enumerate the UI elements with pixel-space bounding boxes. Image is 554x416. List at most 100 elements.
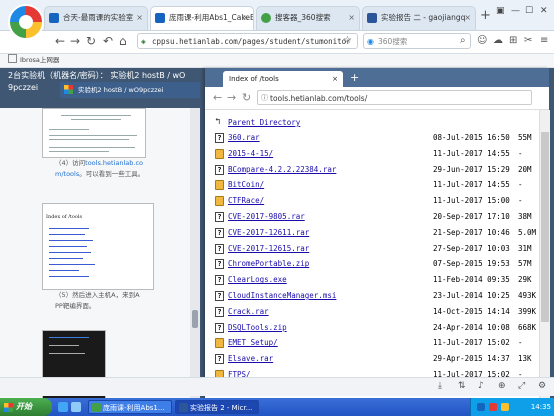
file-icon: ?	[215, 164, 224, 175]
ie-icon[interactable]	[58, 402, 68, 412]
parent-directory-link[interactable]: Parent Directory	[228, 117, 300, 129]
address-bar[interactable]: ◈ cppsu.hetianlab.com/pages/student/stum…	[137, 33, 358, 49]
back-button[interactable]: ←	[55, 34, 65, 48]
forward-button[interactable]: →	[227, 91, 236, 104]
taskbar-task-browser[interactable]: 庞雨课-利用Abs1...	[88, 400, 172, 414]
360-browser-logo[interactable]	[8, 4, 44, 40]
entry-link[interactable]: CVE-2017-12611.rar	[228, 227, 309, 239]
scissors-icon[interactable]: ✂	[524, 35, 532, 46]
entry-size: 31M	[518, 243, 532, 253]
back-button[interactable]: ←	[213, 91, 222, 104]
new-tab-button[interactable]: +	[480, 8, 491, 23]
list-item: 2015-4-15/11-Jul-2017 14:55-	[205, 148, 539, 160]
entry-date: 08-Jul-2015 16:50	[433, 133, 510, 142]
bookmark-star-icon[interactable]: ☆	[343, 35, 352, 46]
left-panel-scrollbar[interactable]	[190, 108, 200, 398]
close-icon[interactable]: ×	[242, 7, 249, 29]
tab-360-search[interactable]: 搜客器_360搜索 ×	[256, 6, 360, 30]
tools-link[interactable]: tools.hetianlab.co	[85, 159, 143, 167]
remote-new-tab-button[interactable]: +	[350, 71, 359, 84]
browser-icon	[92, 403, 101, 412]
list-item: ? CVE-2017-9805.rar 20-Sep-2017 17:10 38M	[205, 211, 539, 223]
tab-lab-report[interactable]: 实验报告 二 - gaojiangq ×	[362, 6, 476, 30]
windows-logo-icon	[64, 85, 73, 94]
extensions-icon[interactable]: ⊞	[509, 35, 517, 46]
list-item: ? CVE-2017-12611.rar 21-Sep-2017 10:46 5.0M	[205, 227, 539, 239]
zoom-icon[interactable]: ⊕	[498, 381, 506, 391]
entry-size: 29K	[518, 275, 532, 285]
tab-lesson[interactable]: 庞雨课-利用Abs1_CakeBi ×	[150, 6, 254, 30]
taskbar-task-report[interactable]: 实验报告 2 - Micr...	[175, 400, 259, 414]
entry-size: 5.0M	[518, 227, 537, 237]
forward-button[interactable]: →	[70, 34, 80, 48]
scrollbar-thumb[interactable]	[192, 310, 198, 328]
entry-link[interactable]: CTFRace/	[228, 195, 264, 207]
thumbnail-title: Index of /tools	[46, 214, 83, 220]
entry-link[interactable]: Elsave.rar	[228, 353, 273, 365]
entry-link[interactable]: CVE-2017-12615.rar	[228, 243, 309, 255]
start-button[interactable]: 开始	[0, 398, 52, 416]
tools-link-cont[interactable]: m/tools	[55, 170, 79, 178]
entry-link[interactable]: ChromePortable.zip	[228, 258, 309, 270]
scrollbar-thumb[interactable]	[541, 132, 549, 322]
download-icon[interactable]: ⤓	[438, 381, 442, 391]
vnc-title-bar[interactable]: 实验机2 hostB / wO9pczzei	[60, 82, 200, 98]
bookmark-bar: Ibrosa上网器	[0, 54, 554, 68]
close-icon[interactable]: ×	[332, 71, 338, 87]
search-input[interactable]: ◉ 360搜索	[363, 33, 471, 49]
user-icon[interactable]: ☺	[477, 35, 487, 46]
cloud-icon[interactable]: ☁	[493, 35, 503, 46]
minimize-button[interactable]: —	[511, 6, 520, 16]
remote-address-bar[interactable]: ⓘ tools.hetianlab.com/tools/	[257, 90, 532, 105]
remote-scrollbar[interactable]	[539, 110, 550, 398]
remote-address-text: tools.hetianlab.com/tools/	[270, 94, 368, 103]
entry-link[interactable]: BitCoin/	[228, 179, 264, 191]
close-window-button[interactable]: ✕	[540, 6, 548, 16]
search-engine-icon: ◉	[367, 37, 374, 46]
close-icon[interactable]: ×	[464, 7, 471, 29]
entry-link[interactable]: CloudInstanceManager.msi	[228, 290, 336, 302]
entry-date: 21-Sep-2017 10:46	[433, 227, 510, 237]
remote-tab-index[interactable]: Index of /tools ×	[223, 71, 343, 87]
entry-link[interactable]: 360.rar	[228, 132, 260, 144]
home-button[interactable]: ⌂	[119, 34, 127, 48]
entry-date: 29-Jun-2017 15:29	[433, 164, 510, 174]
entry-link[interactable]: Crack.rar	[228, 306, 269, 318]
start-label: 开始	[16, 402, 32, 411]
entry-size: 55M	[518, 133, 532, 142]
undo-close-button[interactable]: ↶	[103, 34, 113, 48]
close-icon[interactable]: ×	[136, 7, 143, 29]
refresh-button[interactable]: ↻	[86, 34, 96, 48]
fullscreen-icon[interactable]: ⤢	[518, 381, 525, 391]
entry-link[interactable]: CVE-2017-9805.rar	[228, 211, 305, 223]
entry-size: 20M	[518, 164, 532, 174]
refresh-button[interactable]: ↻	[242, 91, 251, 104]
entry-link[interactable]: DSQLTools.zip	[228, 322, 287, 334]
settings-icon[interactable]: ⚙	[538, 381, 546, 391]
page-content: 2台实验机（机器名/密码）： 实验机2 hostB / wO 9pczzei 实…	[0, 68, 554, 398]
entry-size: -	[518, 338, 523, 348]
security-icon[interactable]	[489, 403, 497, 411]
system-tray: 14:35	[470, 398, 554, 416]
directory-listing: ↰ Parent Directory ? 360.rar 08-Jul-2015 1…	[205, 110, 539, 398]
search-icon[interactable]: ⌕	[460, 35, 466, 46]
entry-link[interactable]: 2015-4-15/	[228, 148, 273, 160]
entry-link[interactable]: EMET_Setup/	[228, 337, 278, 349]
skin-icon[interactable]: ▣	[496, 6, 505, 16]
list-item: ? CVE-2017-12615.rar 27-Sep-2017 10:03 31M	[205, 243, 539, 255]
network-icon[interactable]	[477, 403, 485, 411]
volume-icon[interactable]	[501, 403, 509, 411]
translate-icon[interactable]: ⇅	[458, 381, 466, 391]
maximize-button[interactable]: ☐	[525, 6, 533, 16]
speaker-icon[interactable]: ♪	[478, 381, 484, 391]
entry-link[interactable]: ClearLogs.exe	[228, 274, 287, 286]
windows-taskbar: 开始 庞雨课-利用Abs1... 实验报告 2 - Micr... 14:35	[0, 398, 554, 416]
desktop-icon[interactable]	[71, 402, 81, 412]
menu-icon[interactable]: ≡	[540, 35, 548, 46]
bookmark-item[interactable]: Ibrosa上网器	[20, 56, 59, 64]
tab-hetian-lab[interactable]: 合天-最雨课的实验室 ×	[44, 6, 148, 30]
entry-size: 668K	[518, 322, 537, 332]
list-item: ? Elsave.rar 29-Apr-2015 14:37 13K	[205, 353, 539, 365]
close-icon[interactable]: ×	[348, 7, 355, 29]
entry-link[interactable]: BCompare-4.2.2.22384.rar	[228, 164, 336, 176]
